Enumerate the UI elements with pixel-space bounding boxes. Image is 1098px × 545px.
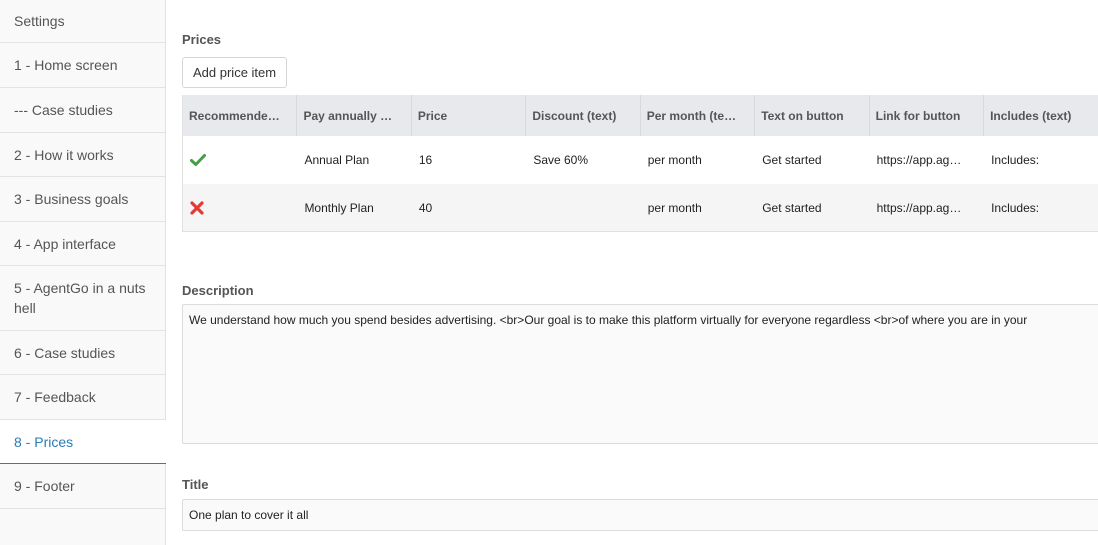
- cell-price[interactable]: 16: [412, 136, 526, 184]
- sidebar-item-label: 6 - Case studies: [14, 344, 116, 361]
- main-content: Prices Add price item Recommende… Pay an…: [166, 0, 1098, 545]
- sidebar-item-prices[interactable]: 8 - Prices: [0, 420, 166, 464]
- prices-label: Prices: [182, 32, 222, 47]
- cell-link-for-button[interactable]: https://app.ag…: [870, 184, 984, 231]
- sidebar-item-how-it-works[interactable]: 2 - How it works: [0, 133, 166, 177]
- cell-includes[interactable]: Includes:: [984, 136, 1098, 184]
- cell-discount[interactable]: [526, 184, 640, 231]
- cross-icon: [190, 200, 204, 215]
- prices-table: Recommende… Pay annually … Price Discoun…: [182, 95, 1098, 232]
- cell-text-on-button[interactable]: Get started: [755, 136, 869, 184]
- sidebar-item-case-studies-sub[interactable]: --- Case studies: [0, 88, 166, 133]
- cell-recommended[interactable]: [183, 184, 297, 231]
- table-row[interactable]: Annual Plan 16 Save 60% per month Get st…: [183, 136, 1098, 185]
- cell-recommended[interactable]: [183, 136, 297, 184]
- sidebar-item-agentgo-nutshell[interactable]: 5 - AgentGo in a nuts hell: [0, 266, 166, 331]
- table-header: Recommende… Pay annually … Price Discoun…: [183, 95, 1098, 136]
- sidebar-item-label: 5 - AgentGo in a nuts hell: [14, 280, 146, 316]
- sidebar-item-label: 8 - Prices: [14, 433, 74, 450]
- sidebar-item-feedback[interactable]: 7 - Feedback: [0, 375, 166, 420]
- cell-discount[interactable]: Save 60%: [526, 136, 640, 184]
- check-icon: [190, 153, 206, 167]
- sidebar-item-label: 9 - Footer: [14, 478, 75, 494]
- column-header-pay-annually[interactable]: Pay annually …: [297, 95, 412, 136]
- column-header-discount[interactable]: Discount (text): [526, 95, 641, 136]
- app-window: Settings 1 - Home screen --- Case studie…: [0, 0, 1098, 545]
- column-header-text-on-button[interactable]: Text on button: [755, 95, 870, 136]
- column-header-link-for-button[interactable]: Link for button: [870, 95, 985, 136]
- title-input-value: One plan to cover it all: [189, 508, 309, 522]
- sidebar-item-label: 7 - Feedback: [14, 389, 96, 405]
- column-header-price[interactable]: Price: [412, 95, 527, 136]
- cell-pay-annually[interactable]: Annual Plan: [297, 136, 411, 184]
- sidebar-item-home-screen[interactable]: 1 - Home screen: [0, 43, 166, 88]
- add-price-item-button[interactable]: Add price item: [182, 57, 288, 88]
- sidebar: Settings 1 - Home screen --- Case studie…: [0, 0, 166, 545]
- description-label: Description: [182, 283, 254, 298]
- sidebar-item-label: 2 - How it works: [14, 146, 114, 163]
- sidebar-item-business-goals[interactable]: 3 - Business goals: [0, 177, 166, 222]
- sidebar-item-footer[interactable]: 9 - Footer: [0, 464, 166, 509]
- sidebar-item-label: --- Case studies: [14, 102, 113, 118]
- table-row[interactable]: Monthly Plan 40 per month Get started ht…: [183, 184, 1098, 231]
- cell-link-for-button[interactable]: https://app.ag…: [870, 136, 984, 184]
- title-label: Title: [182, 477, 209, 492]
- column-header-recommended[interactable]: Recommende…: [183, 95, 298, 136]
- sidebar-item-label: 1 - Home screen: [14, 57, 118, 73]
- sidebar-item-label: 4 - App interface: [14, 235, 116, 252]
- description-textarea[interactable]: We understand how much you spend besides…: [182, 304, 1098, 444]
- cell-pay-annually[interactable]: Monthly Plan: [297, 184, 411, 231]
- sidebar-item-app-interface[interactable]: 4 - App interface: [0, 222, 166, 266]
- title-input[interactable]: One plan to cover it all: [182, 499, 1098, 531]
- cell-price[interactable]: 40: [412, 184, 526, 231]
- column-header-includes[interactable]: Includes (text): [984, 95, 1098, 136]
- column-header-per-month[interactable]: Per month (te…: [641, 95, 756, 136]
- cell-includes[interactable]: Includes:: [984, 184, 1098, 231]
- cell-per-month[interactable]: per month: [641, 136, 755, 184]
- cell-per-month[interactable]: per month: [641, 184, 755, 231]
- sidebar-item-case-studies[interactable]: 6 - Case studies: [0, 331, 166, 375]
- sidebar-item-label: Settings: [14, 13, 65, 29]
- sidebar-item-label: 3 - Business goals: [14, 191, 129, 207]
- cell-text-on-button[interactable]: Get started: [755, 184, 869, 231]
- sidebar-item-settings[interactable]: Settings: [0, 0, 166, 43]
